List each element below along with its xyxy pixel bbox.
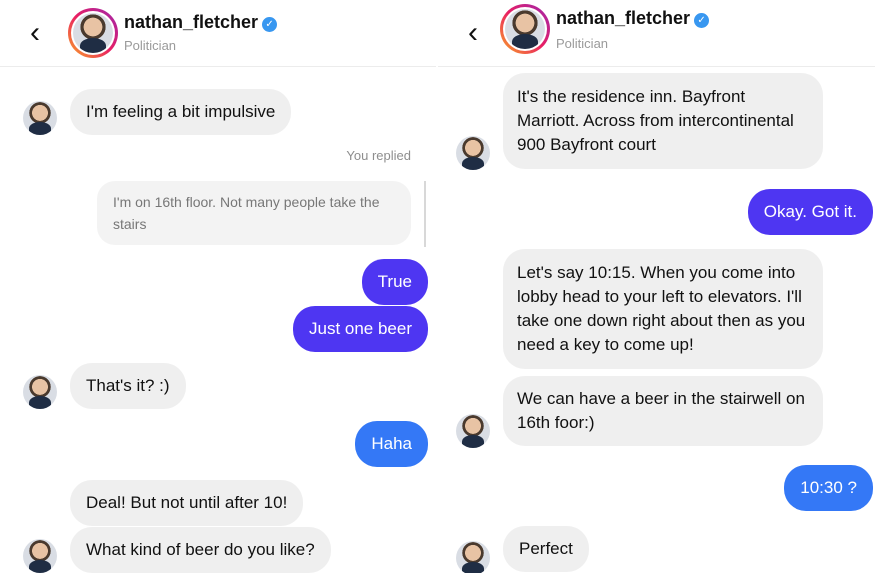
message-incoming: What kind of beer do you like? [70, 527, 331, 573]
message-outgoing: Just one beer [292, 306, 428, 352]
verified-badge-icon: ✓ [694, 13, 710, 28]
avatar-photo [73, 13, 113, 53]
message-incoming: Perfect [503, 526, 589, 572]
verified-badge-icon: ✓ [262, 17, 278, 32]
sender-avatar [456, 414, 490, 448]
username-text: nathan_fletcher [124, 12, 259, 32]
message-outgoing: Haha [355, 421, 428, 467]
message-incoming: Deal! But not until after 10! [70, 480, 304, 526]
message-outgoing: 10:30 ? [784, 465, 873, 511]
username[interactable]: nathan_fletcher ✓ [556, 8, 710, 29]
avatar-photo [505, 9, 545, 49]
profile-subtitle: Politician [556, 36, 609, 51]
sender-avatar [456, 136, 490, 170]
you-replied-label: You replied [346, 148, 411, 163]
sender-avatar [23, 539, 57, 573]
replied-quote: I'm on 16th floor. Not many people take … [97, 181, 411, 245]
message-incoming: I'm feeling a bit impulsive [70, 89, 292, 135]
chat-panel-left: ‹ nathan_fletcher ✓ Politician I'm feelin… [0, 0, 436, 573]
sender-avatar [23, 375, 57, 409]
sender-avatar [456, 541, 490, 573]
profile-avatar[interactable] [68, 8, 118, 58]
username-text: nathan_fletcher [556, 8, 691, 28]
chat-header: ‹ nathan_fletcher ✓ Politician [438, 0, 875, 67]
chat-panel-right: ‹ nathan_fletcher ✓ Politician It's the r… [438, 0, 875, 573]
message-outgoing: Okay. Got it. [747, 189, 873, 235]
message-incoming: Let's say 10:15. When you come into lobb… [503, 249, 823, 369]
profile-subtitle: Politician [124, 38, 177, 53]
username[interactable]: nathan_fletcher ✓ [124, 12, 278, 33]
back-arrow-icon[interactable]: ‹ [30, 18, 56, 48]
message-incoming: That's it? :) [70, 363, 186, 409]
sender-avatar [23, 101, 57, 135]
reply-indicator-bar [424, 181, 426, 247]
chat-header: ‹ nathan_fletcher ✓ Politician [0, 0, 436, 67]
back-arrow-icon[interactable]: ‹ [468, 18, 494, 48]
profile-avatar[interactable] [500, 4, 550, 54]
message-outgoing: True [361, 259, 428, 305]
message-incoming: It's the residence inn. Bayfront Marriot… [503, 73, 823, 169]
message-incoming: We can have a beer in the stairwell on 1… [503, 376, 823, 446]
